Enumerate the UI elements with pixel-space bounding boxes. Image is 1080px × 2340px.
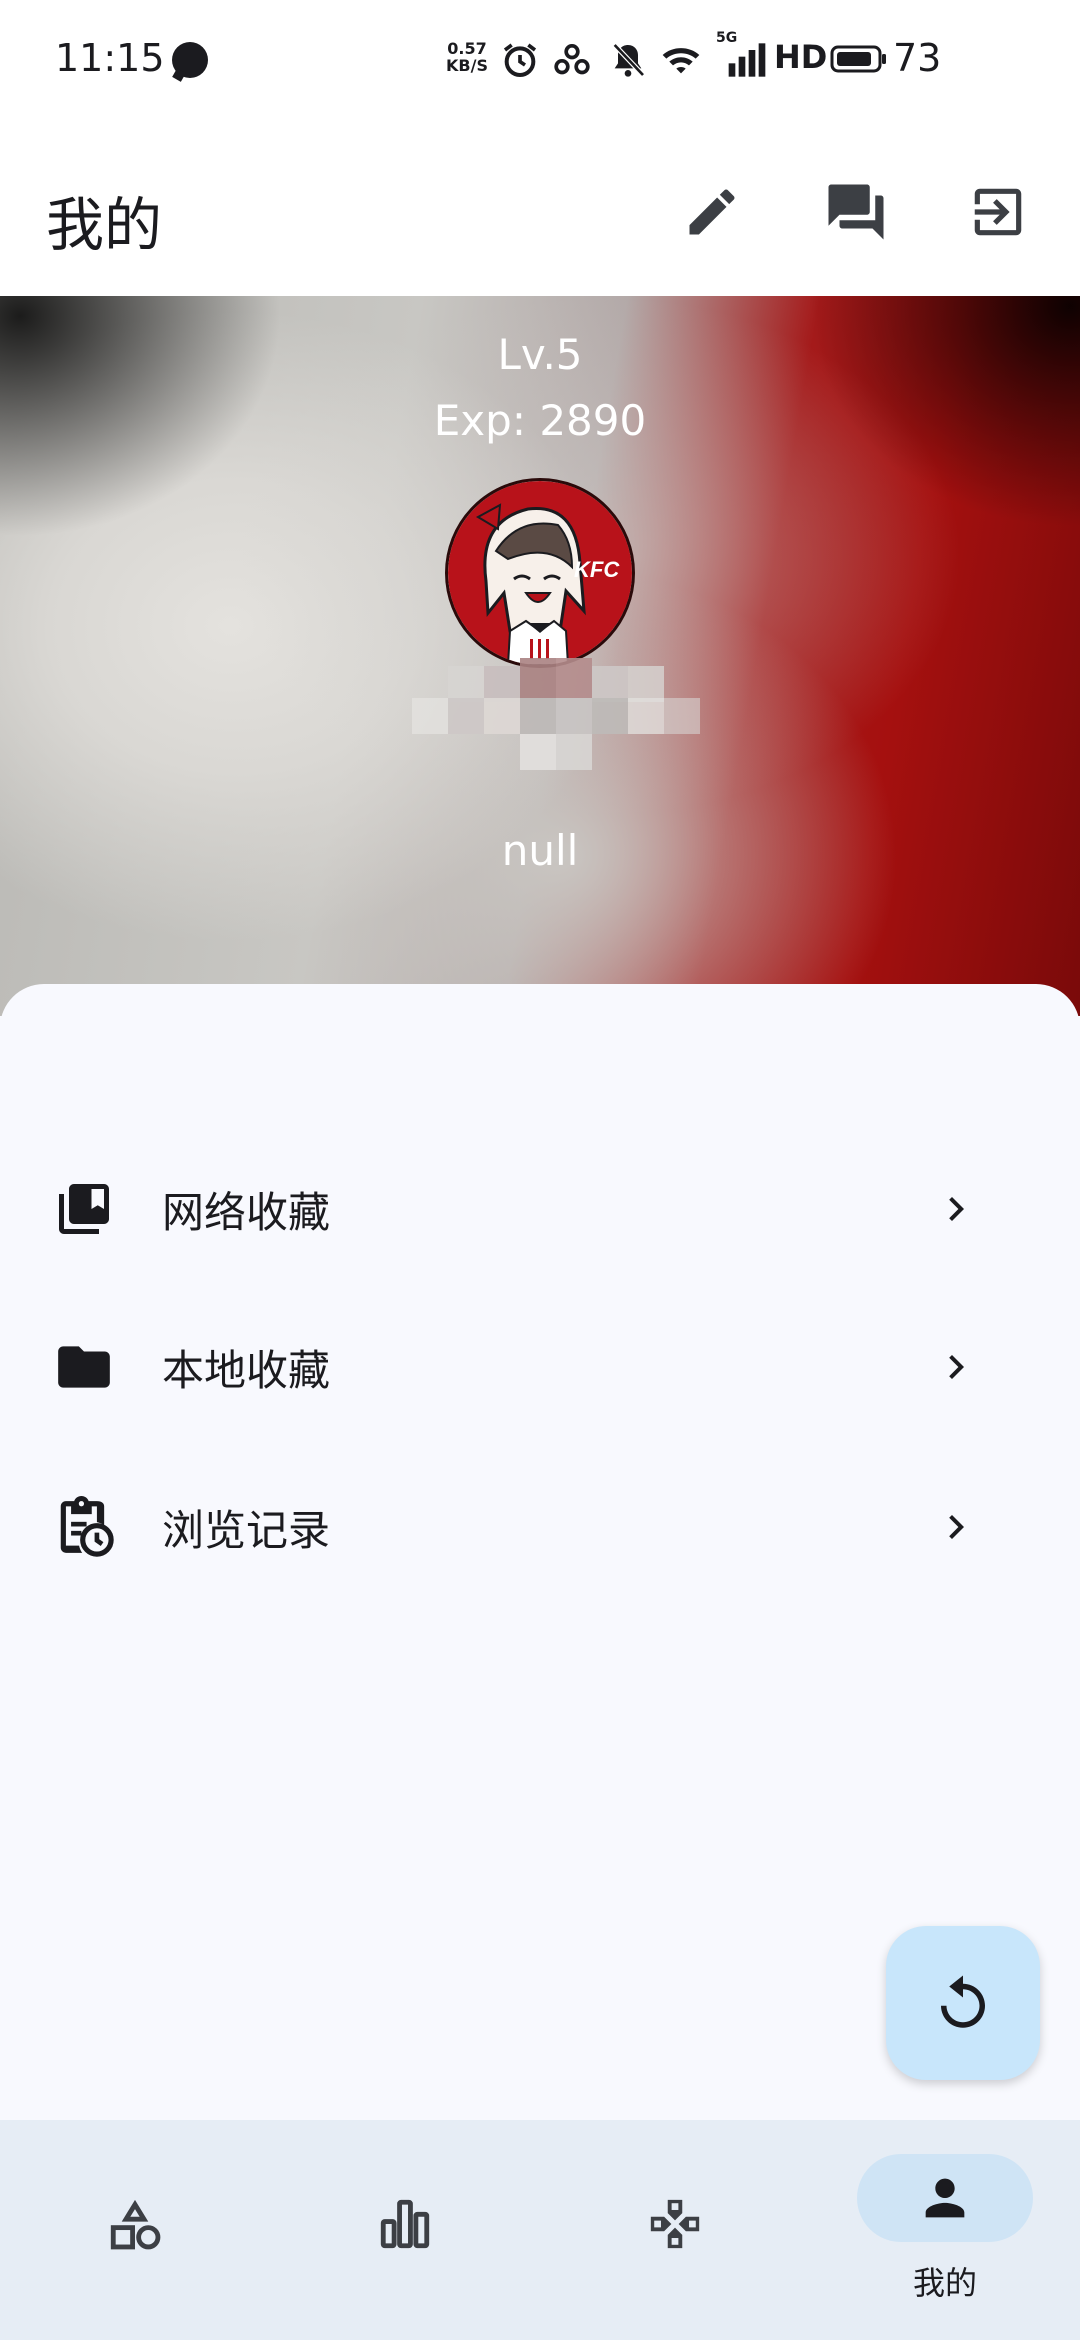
- page-title: 我的: [46, 191, 163, 259]
- history-clipboard-icon: [52, 1495, 116, 1559]
- alarm-icon: [503, 43, 537, 77]
- refresh-fab[interactable]: [886, 1926, 1040, 2080]
- network-speed: 0.57 KB/S: [446, 40, 488, 74]
- menu-item-label: 网络收藏: [162, 1187, 331, 1237]
- nav-item-category[interactable]: [0, 2120, 270, 2340]
- chevron-right-icon: [949, 1197, 964, 1221]
- menu-item-browse-history[interactable]: 浏览记录: [0, 1452, 1080, 1602]
- status-time: 11:15: [55, 36, 165, 80]
- mute-bell-icon: [612, 43, 645, 77]
- bottom-navigation: 我的: [0, 2120, 1080, 2340]
- app-bar: 我的: [0, 120, 1080, 296]
- person-icon: [913, 2166, 977, 2230]
- gamepad-icon: [643, 2192, 707, 2256]
- link-icon: [554, 44, 590, 75]
- battery-level: 73: [893, 36, 942, 80]
- nav-item-mine[interactable]: 我的: [810, 2120, 1080, 2340]
- wifi-icon: [662, 48, 700, 74]
- avatar[interactable]: KFC: [445, 478, 635, 668]
- refresh-icon: [941, 1975, 985, 2028]
- network-speed-value: 0.57: [447, 39, 487, 58]
- battery-icon: [830, 45, 886, 73]
- category-icon: [103, 2192, 167, 2256]
- logout-button[interactable]: [962, 176, 1034, 248]
- menu-item-local-favorites[interactable]: 本地收藏: [0, 1292, 1080, 1442]
- avatar-kfc-text: KFC: [574, 557, 620, 582]
- edit-button[interactable]: [676, 176, 748, 248]
- logout-icon: [974, 188, 1022, 236]
- nav-item-stats[interactable]: [270, 2120, 540, 2340]
- menu-item-label: 浏览记录: [162, 1505, 331, 1555]
- profile-header: Lv.5 Exp: 2890 KFC null: [0, 296, 1080, 1016]
- messages-button[interactable]: [820, 176, 892, 248]
- forum-icon: [828, 184, 884, 240]
- folder-icon: [52, 1335, 116, 1399]
- network-speed-unit: KB/S: [446, 56, 488, 75]
- chevron-right-icon: [949, 1355, 964, 1379]
- bar-chart-icon: [373, 2192, 437, 2256]
- username-mosaic: [412, 658, 722, 796]
- hd-label: HD: [774, 38, 828, 76]
- menu-item-label: 本地收藏: [162, 1345, 331, 1395]
- bookmarks-icon: [52, 1177, 116, 1241]
- menu-item-network-favorites[interactable]: 网络收藏: [0, 1134, 1080, 1284]
- nav-item-label: 我的: [912, 2264, 977, 2302]
- chat-notification-icon: [172, 42, 208, 78]
- level-label: Lv.5: [497, 330, 583, 379]
- status-bar: 11:15 0.57 KB/S 5G HD 73: [0, 0, 1080, 120]
- chevron-right-icon: [949, 1515, 964, 1539]
- username-label: null: [501, 826, 579, 875]
- nav-item-games[interactable]: [540, 2120, 810, 2340]
- edit-icon: [689, 189, 735, 235]
- signal-icon: [728, 43, 766, 77]
- exp-label: Exp: 2890: [433, 396, 647, 445]
- avatar-image: KFC: [448, 481, 632, 665]
